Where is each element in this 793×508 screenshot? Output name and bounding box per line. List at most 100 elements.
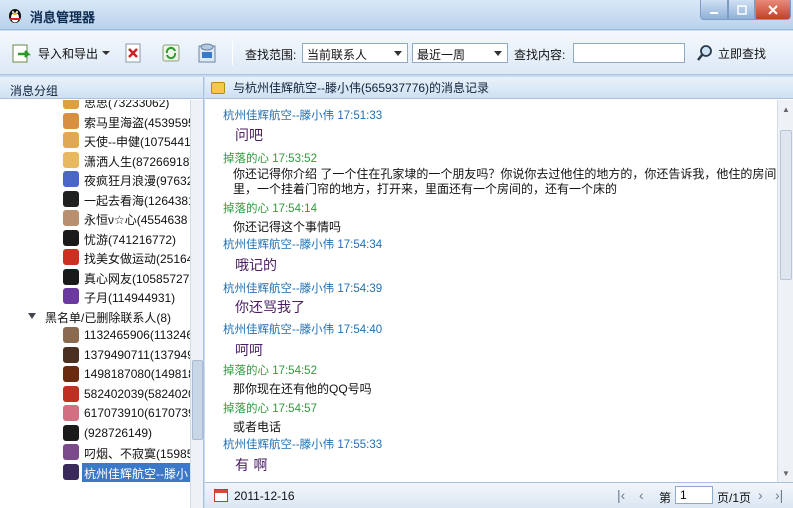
contact-item[interactable]: 永恒ν☆心(4554638: [0, 209, 190, 228]
blacklist-group[interactable]: 黑名单/已删除联系人(8): [0, 307, 190, 326]
contact-item[interactable]: 思思(73233062): [0, 100, 190, 111]
avatar-icon: [63, 288, 79, 304]
period-select[interactable]: 最近一周: [412, 43, 508, 63]
contact-item[interactable]: 1498187080(1498187: [0, 365, 190, 384]
message-header: 掉落的心 17:54:57: [223, 403, 317, 415]
contact-item[interactable]: (928726149): [0, 424, 190, 443]
title-bar: 消息管理器: [0, 0, 793, 30]
contact-item[interactable]: 1379490711(1379490: [0, 346, 190, 365]
avatar-icon: [63, 366, 79, 382]
avatar-icon: [63, 463, 79, 480]
contact-tree-scrollbar[interactable]: [190, 100, 203, 508]
message-record-title: 与杭州佳辉航空--滕小伟(565937776)的消息记录: [233, 81, 490, 95]
last-page-icon[interactable]: ›|: [775, 487, 783, 503]
pagination-bar: 2011-12-16 |‹ ‹ 第 页/1页 › ›|: [205, 482, 793, 508]
calendar-icon[interactable]: [214, 489, 228, 502]
avatar-icon: [63, 132, 79, 148]
contact-item[interactable]: 杭州佳辉航空--滕小: [0, 462, 190, 482]
minimize-button[interactable]: [700, 0, 728, 20]
refresh-button[interactable]: [160, 40, 182, 66]
contact-item[interactable]: 忧游(741216772): [0, 229, 190, 248]
page-prefix-label: 第: [659, 491, 672, 505]
message-icon: [211, 81, 225, 94]
avatar-icon: [63, 151, 79, 168]
maximize-icon: [736, 4, 747, 15]
qq-penguin-icon: [9, 9, 21, 23]
avatar-icon: [63, 346, 79, 363]
contact-item[interactable]: 找美女做运动(25164: [0, 248, 190, 267]
search-now-button[interactable]: 立即查找: [696, 40, 766, 66]
minimize-icon: [710, 11, 718, 14]
contact-item[interactable]: 617073910(61707391: [0, 404, 190, 423]
contact-name: (928726149): [84, 425, 153, 440]
close-icon: [768, 4, 778, 15]
period-select-value: 最近一周: [417, 48, 466, 62]
avatar-icon: [63, 444, 79, 460]
search-range-label: 查找范围:: [245, 48, 297, 62]
avatar-icon: [63, 424, 79, 441]
contact-name: 617073910(61707391: [84, 406, 190, 420]
contact-item[interactable]: 1132465906(1132465: [0, 326, 190, 345]
message-header: 掉落的心 17:54:14: [223, 203, 317, 215]
refresh-icon: [162, 44, 180, 62]
first-page-icon[interactable]: |‹: [617, 487, 625, 503]
search-now-label: 立即查找: [718, 46, 767, 61]
record-date: 2011-12-16: [234, 489, 295, 503]
message-settings-button[interactable]: [196, 40, 218, 66]
scrollbar-thumb[interactable]: [780, 130, 792, 280]
contact-item[interactable]: 582402039(58240203: [0, 385, 190, 404]
page-total-label: 页/1页: [717, 491, 752, 505]
avatar-icon: [63, 210, 79, 226]
avatar-icon: [63, 385, 79, 402]
contact-item[interactable]: 索马里海盗(4539595: [0, 112, 190, 131]
contact-name: 叼烟、不寂寞(15985: [84, 447, 190, 461]
range-select[interactable]: 当前联系人: [302, 43, 408, 63]
scrollbar-thumb[interactable]: [192, 360, 203, 440]
prev-page-icon[interactable]: ‹: [639, 487, 644, 503]
page-number-input[interactable]: [675, 486, 713, 504]
avatar-icon: [63, 327, 79, 343]
avatar-icon: [63, 229, 79, 246]
contact-item[interactable]: 夜疯狂月浪漫(97632: [0, 170, 190, 189]
import-export-icon: [12, 44, 32, 63]
contact-item[interactable]: 真心网友(105857278: [0, 268, 190, 287]
next-page-icon[interactable]: ›: [758, 487, 763, 503]
contact-name: 潇洒人生(87266918): [84, 154, 190, 169]
chevron-down-icon: [394, 51, 402, 56]
contact-name: 找美女做运动(25164: [84, 252, 190, 266]
window-title: 消息管理器: [30, 10, 96, 25]
message-header: 杭州佳辉航空--滕小伟 17:54:39: [223, 283, 383, 295]
message-header: 掉落的心 17:53:52: [223, 153, 317, 165]
contact-item[interactable]: 叼烟、不寂寞(15985: [0, 443, 190, 462]
expand-triangle-icon[interactable]: [28, 312, 36, 319]
contact-name: 夜疯狂月浪漫(97632: [84, 174, 190, 188]
scroll-down-icon[interactable]: ▼: [780, 466, 792, 480]
chevron-down-icon: [102, 51, 111, 55]
message-text: 你还记得这个事情吗: [233, 220, 342, 234]
message-text: 有 啊: [235, 458, 268, 474]
delete-button[interactable]: [122, 40, 144, 66]
scroll-up-icon[interactable]: ▲: [780, 102, 792, 116]
message-list-scrollbar[interactable]: ▲ ▼: [777, 100, 793, 482]
contact-name: 真心网友(105857278: [84, 271, 190, 286]
toolbar: 导入和导出 查找范围: 当前联系人 最近一周 查找内容: 立即查找: [0, 31, 793, 75]
avatar-icon: [63, 190, 79, 207]
contact-name: 一起去看海(1264381: [84, 193, 190, 208]
import-export-button[interactable]: 导入和导出: [10, 40, 111, 66]
contact-name: 忧游(741216772): [84, 232, 177, 247]
import-export-label: 导入和导出: [38, 46, 99, 61]
contact-item[interactable]: 一起去看海(1264381: [0, 190, 190, 209]
contact-item[interactable]: 天使--申健(1075441: [0, 131, 190, 150]
contact-item[interactable]: 潇洒人生(87266918): [0, 151, 190, 170]
message-text: 问吧: [235, 128, 263, 144]
close-button[interactable]: [755, 0, 791, 20]
maximize-button[interactable]: [728, 0, 755, 20]
avatar-icon: [63, 112, 79, 129]
search-content-label: 查找内容:: [514, 48, 566, 62]
message-header: 掉落的心 17:54:52: [223, 365, 317, 377]
contact-item[interactable]: 子月(114944931): [0, 287, 190, 306]
search-input[interactable]: [573, 43, 685, 63]
contact-name: 杭州佳辉航空--滕小: [84, 466, 188, 481]
toolbar-separator: [232, 41, 233, 65]
contact-name: 索马里海盗(4539595: [84, 115, 190, 130]
